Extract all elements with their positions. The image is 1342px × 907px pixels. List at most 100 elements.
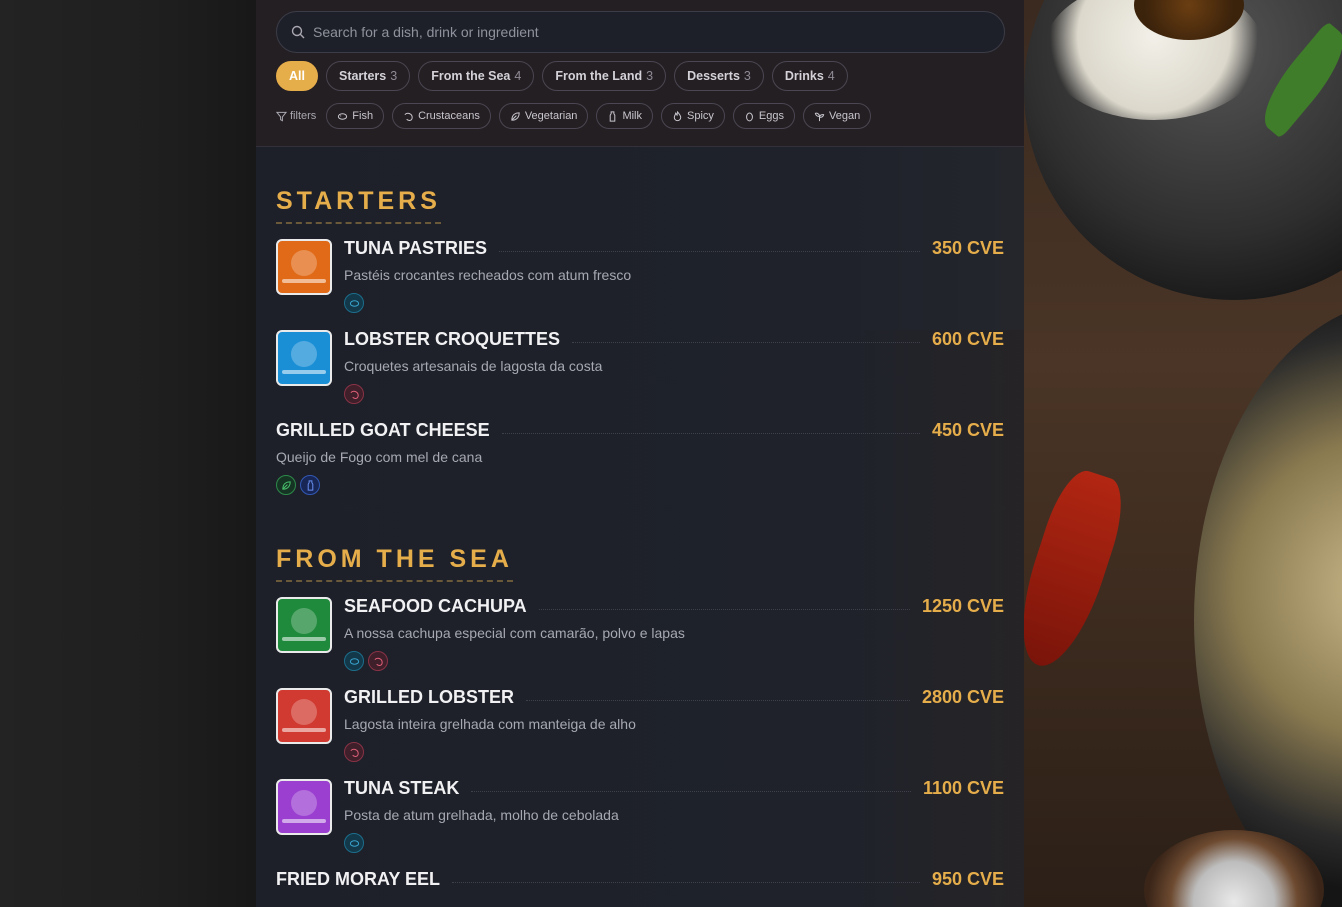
leaf-icon [511,111,520,121]
fish-icon [344,651,364,671]
milk-bottle-icon [300,475,320,495]
tab-label: Desserts [687,69,740,83]
chip-label: Vegetarian [524,110,578,122]
tab-count: 3 [646,69,654,83]
tab-label: All [289,69,305,83]
filters-label: filters [276,110,316,122]
dish-name: LOBSTER CROQUETTES [344,329,561,349]
dish-name: GRILLED GOAT CHEESE [276,420,490,440]
chip-label: Vegan [828,110,861,122]
menu-item[interactable]: TUNA STEAK 1100 CVE Posta de atum grelha… [276,778,1004,853]
dish-thumbnail [276,239,332,295]
flame-icon [673,110,682,121]
menu-item[interactable]: LOBSTER CROQUETTES 600 CVE Croquetes art… [276,329,1004,404]
chip-label: Eggs [758,110,784,122]
dotted-leader [526,700,910,701]
shrimp-icon [368,651,388,671]
tab-starters[interactable]: Starters 3 [325,61,411,91]
allergen-tags [344,384,1004,404]
chip-label: Spicy [687,110,714,122]
menu-item[interactable]: SEAFOOD CACHUPA 1250 CVE A nossa cachupa… [276,596,1004,671]
dotted-leader [499,251,920,252]
egg-icon [745,112,753,121]
tab-count: 4 [827,69,835,83]
sprout-icon [814,112,825,121]
milk-bottle-icon [610,110,616,122]
filter-chip-vegetarian[interactable]: Vegetarian [498,103,589,129]
tab-from-the-sea[interactable]: From the Sea 4 [418,61,535,91]
dish-description: Pastéis crocantes recheados com atum fre… [344,267,632,283]
dish-name: TUNA PASTRIES [344,238,488,258]
allergen-tags [344,293,1004,313]
menu-item[interactable]: GRILLED LOBSTER 2800 CVE Lagosta inteira… [276,687,1004,762]
search-input[interactable] [313,24,963,40]
dish-price: 600 CVE [931,329,1004,349]
section-title: STARTERS [276,187,441,224]
dish-price: 950 CVE [931,869,1004,889]
search-bar[interactable] [276,11,1005,53]
left-backdrop [0,0,256,907]
funnel-icon [276,111,287,121]
dish-description: A nossa cachupa especial com camarão, po… [344,625,685,641]
tab-all[interactable]: All [276,61,318,91]
dish-thumbnail [276,688,332,744]
shrimp-icon [344,742,364,762]
tab-count: 3 [390,69,398,83]
filter-chip-fish[interactable]: Fish [326,103,385,129]
menu-content: STARTERS TUNA PASTRIES 350 CVE Pastéis c… [276,147,1004,890]
tab-count: 4 [514,69,522,83]
filter-chip-milk[interactable]: Milk [596,103,653,129]
filter-chip-eggs[interactable]: Eggs [732,103,795,129]
chip-label: Milk [622,110,642,122]
dish-thumbnail [276,330,332,386]
section-title: FROM THE SEA [276,545,513,582]
shrimp-icon [344,384,364,404]
dish-price: 450 CVE [931,420,1004,440]
bowl-image [1194,300,1342,907]
leaf-icon [276,475,296,495]
shrimp-icon [404,112,413,121]
tab-drinks[interactable]: Drinks 4 [771,61,848,91]
dotted-leader [572,342,920,343]
allergen-filters: filters Fish Crustaceans Vegetarian Milk… [276,103,872,129]
fish-icon [344,293,364,313]
dotted-leader [452,882,920,883]
filter-chip-crustaceans[interactable]: Crustaceans [392,103,491,129]
tab-label: From the Land [555,69,643,83]
tab-label: Drinks [784,69,824,83]
dish-price: 2800 CVE [921,687,1004,707]
dish-description: Lagosta inteira grelhada com manteiga de… [344,716,636,732]
menu-item[interactable]: GRILLED GOAT CHEESE 450 CVE Queijo de Fo… [276,420,1004,495]
tab-from-the-land[interactable]: From the Land 3 [542,61,667,91]
dotted-leader [501,433,920,434]
chip-label: Fish [352,110,374,122]
filters-label-text: filters [290,110,317,122]
dish-name: FRIED MORAY EEL [276,869,441,889]
tab-desserts[interactable]: Desserts 3 [674,61,764,91]
tab-label: Starters [338,69,387,83]
section-starters: STARTERS TUNA PASTRIES 350 CVE Pastéis c… [276,187,1004,495]
dish-thumbnail [276,779,332,835]
tab-count: 3 [743,69,751,83]
filter-chip-vegan[interactable]: Vegan [802,103,872,129]
allergen-tags [276,475,1004,495]
dish-description: Queijo de Fogo com mel de cana [276,449,483,465]
dish-description: Croquetes artesanais de lagosta da costa [344,358,603,374]
category-tabs: All Starters 3 From the Sea 4 From the L… [276,61,848,91]
dish-name: GRILLED LOBSTER [344,687,514,707]
tab-label: From the Sea [431,69,511,83]
search-icon [291,25,305,39]
dish-thumbnail [276,597,332,653]
dotted-leader [538,609,910,610]
allergen-tags [344,742,1004,762]
dotted-leader [471,791,911,792]
menu-item[interactable]: FRIED MORAY EEL 950 CVE [276,869,1004,890]
menu-item[interactable]: TUNA PASTRIES 350 CVE Pastéis crocantes … [276,238,1004,313]
dish-name: SEAFOOD CACHUPA [344,596,527,616]
allergen-tags [344,651,1004,671]
section-from-the-sea: FROM THE SEA SEAFOOD CACHUPA 1250 CVE A … [276,545,1004,890]
food-photo-backdrop [1024,0,1342,907]
filter-chip-spicy[interactable]: Spicy [661,103,725,129]
dish-name: TUNA STEAK [344,778,460,798]
chili-image [1024,464,1134,676]
